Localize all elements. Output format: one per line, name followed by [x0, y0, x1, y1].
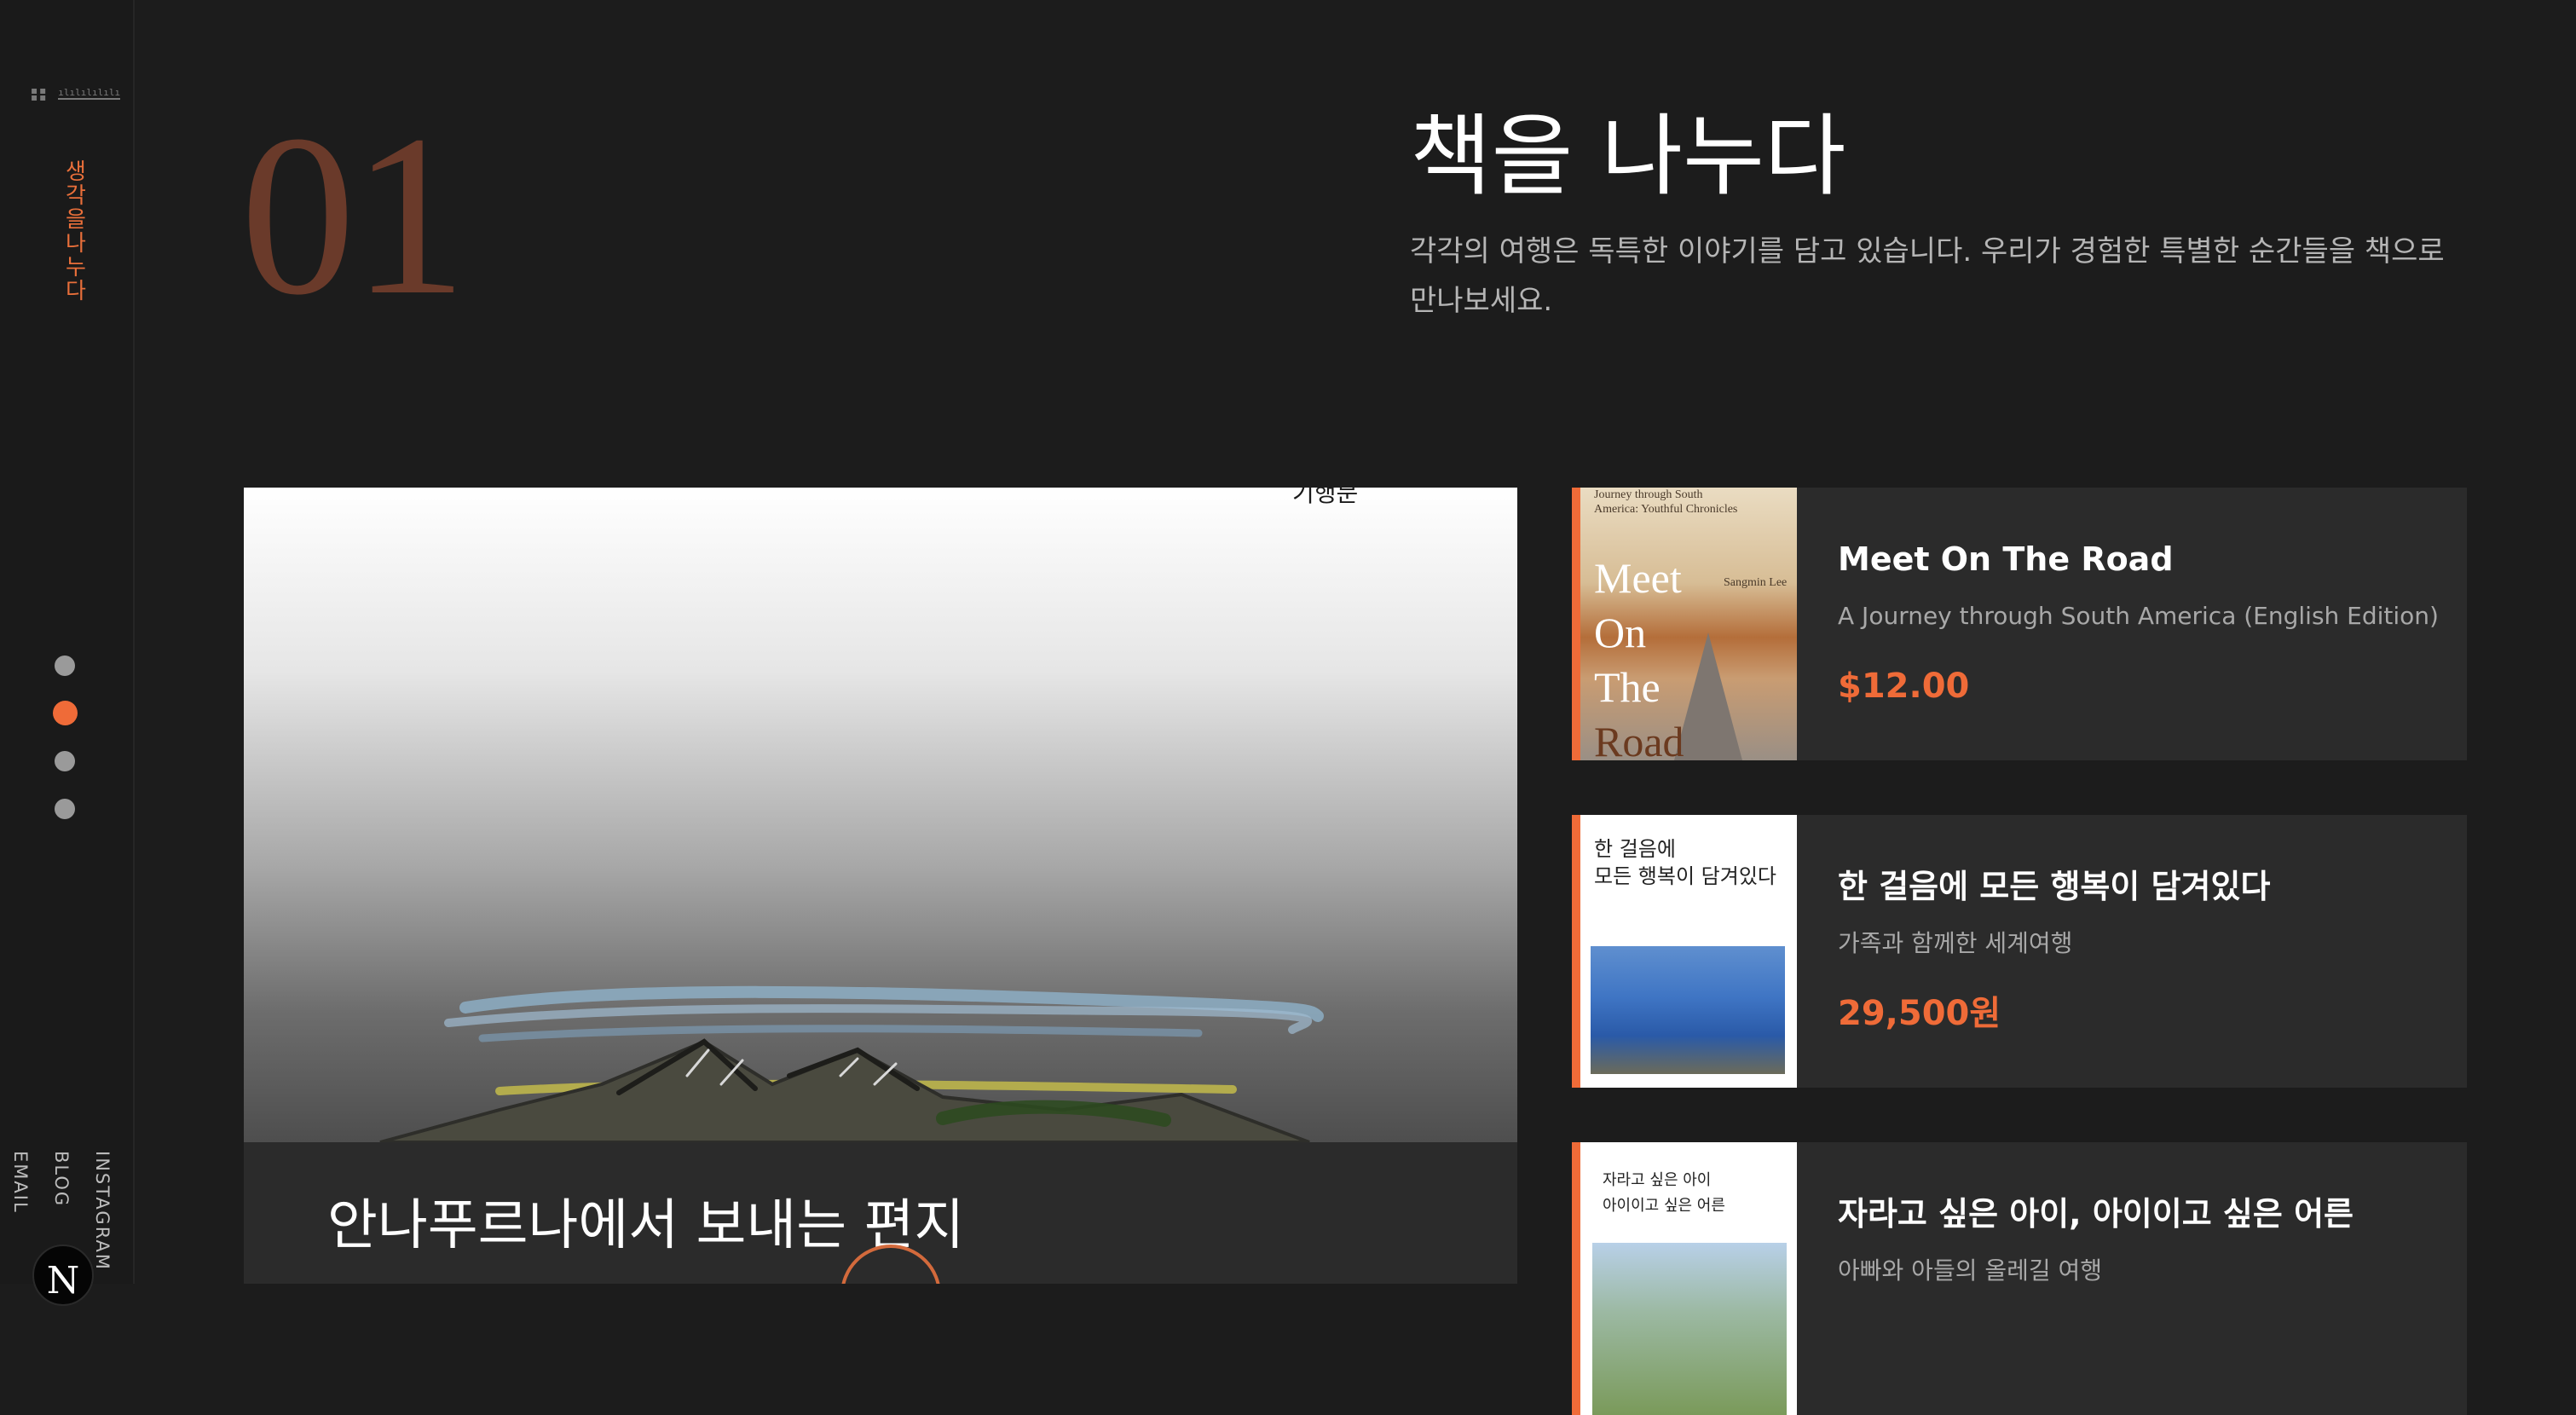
cover-title-line: 한 걸음에 [1594, 837, 1676, 861]
logo[interactable]: ▪▪ ▪▪ ılılılılılı [31, 84, 121, 103]
featured-book-image-top-text: 기행문 [1292, 488, 1358, 507]
cover-title-line: Road [1594, 718, 1684, 760]
avatar[interactable]: N [32, 1245, 94, 1306]
email-link[interactable]: EMAIL [10, 1151, 31, 1214]
logo-mark-icon: ▪▪ ▪▪ [31, 84, 49, 103]
section-nav-dot-2-active[interactable] [53, 701, 78, 725]
cover-title-line: 모든 행복이 담겨있다 [1594, 864, 1776, 888]
book-subtitle: 아빠와 아들의 올레길 여행 [1838, 1256, 2103, 1285]
cover-photo-sea [1591, 946, 1785, 1074]
book-cover: Journey through South America: Youthful … [1572, 488, 1797, 760]
section-title: 책을 나누다 [1410, 104, 1846, 208]
section-nav-dot-3[interactable] [55, 751, 75, 771]
cover-title-line: 자라고 싶은 아이 [1603, 1171, 1712, 1189]
book-card-meet-on-the-road[interactable]: Journey through South America: Youthful … [1572, 488, 2467, 760]
section-number: 01 [240, 88, 467, 343]
cover-title-line: 아이이고 싶은 어른 [1603, 1197, 1725, 1215]
logo-text: ılılılılılı [58, 87, 121, 100]
book-spine-accent [1572, 815, 1580, 1088]
section-nav-dot-1[interactable] [55, 656, 75, 676]
cover-photo-trail [1592, 1243, 1787, 1415]
mountain-sketch-illustration: 기행문 [379, 488, 1358, 1142]
section-nav-dot-4[interactable] [55, 799, 75, 819]
book-cover: 자라고 싶은 아이 아이이고 싶은 어른 [1572, 1142, 1797, 1415]
cover-author: Sangmin Lee [1724, 576, 1788, 589]
book-price: $12.00 [1838, 667, 1970, 706]
sidebar-vertical-title: 생각을나누다 [66, 159, 86, 304]
cover-title-line: The [1594, 663, 1661, 711]
cover-title: Meet On The Road [1594, 551, 1684, 760]
blog-link[interactable]: BLOG [51, 1151, 72, 1207]
sidebar: ▪▪ ▪▪ ılılılılılı 생각을나누다 EMAIL BLOG INSTA… [0, 0, 135, 1306]
book-title: 한 걸음에 모든 행복이 담겨있다 [1838, 868, 2271, 905]
book-card-olle-trail[interactable]: 자라고 싶은 아이 아이이고 싶은 어른 자라고 싶은 아이, 아이이고 싶은 … [1572, 1142, 2467, 1415]
book-subtitle: 가족과 함께한 세계여행 [1838, 929, 2073, 957]
book-cover: 한 걸음에 모든 행복이 담겨있다 [1572, 815, 1797, 1088]
cover-small-text: Journey through South America: Youthful … [1594, 488, 1738, 516]
book-spine-accent [1572, 1142, 1580, 1415]
book-price: 29,500원 [1838, 994, 2001, 1033]
featured-book-card[interactable]: 기행문 안나푸르나에서 보내는 편지 [244, 488, 1517, 1284]
book-title: Meet On The Road [1838, 540, 2174, 578]
book-spine-accent [1572, 488, 1580, 760]
book-title: 자라고 싶은 아이, 아이이고 싶은 어른 [1838, 1195, 2354, 1233]
section-description: 각각의 여행은 독특한 이야기를 담고 있습니다. 우리가 경험한 특별한 순간… [1410, 234, 2445, 318]
road-illustration [1674, 632, 1742, 760]
cover-title: 한 걸음에 모든 행복이 담겨있다 [1594, 835, 1776, 890]
book-card-family-world-trip[interactable]: 한 걸음에 모든 행복이 담겨있다 한 걸음에 모든 행복이 담겨있다 가족과 … [1572, 815, 2467, 1088]
book-subtitle: A Journey through South America (English… [1838, 602, 2439, 630]
cover-title-line: On [1594, 609, 1647, 656]
featured-book-image: 기행문 [244, 488, 1517, 1142]
cover-title-line: Meet [1594, 554, 1682, 602]
cover-title: 자라고 싶은 아이 아이이고 싶은 어른 [1603, 1168, 1725, 1219]
featured-book-caption: 안나푸르나에서 보내는 편지 [244, 1142, 1517, 1284]
instagram-link[interactable]: INSTAGRAM [92, 1151, 113, 1271]
